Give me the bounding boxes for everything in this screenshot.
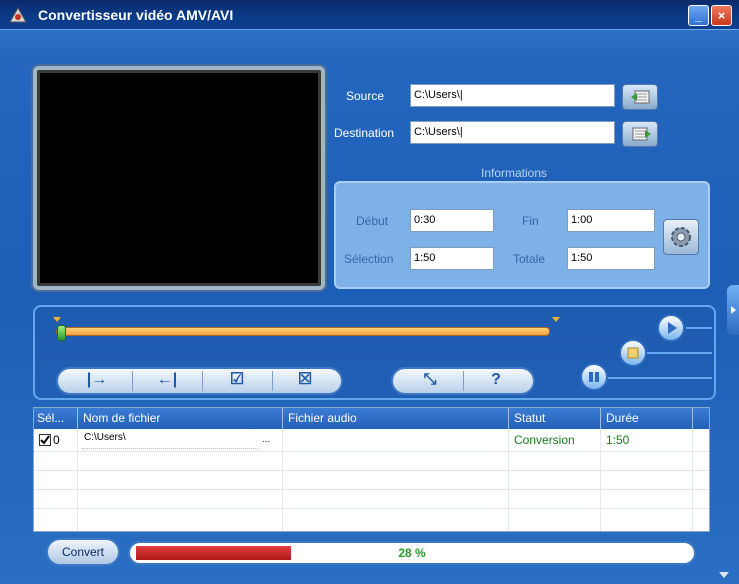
column-header-duration[interactable]: Durée	[606, 411, 639, 425]
table-row[interactable]: 0 C:\Users\ ... Conversion 1:50	[34, 430, 709, 450]
destination-field[interactable]: C:\Users\|	[410, 121, 615, 144]
filename-field[interactable]: C:\Users\	[82, 431, 258, 449]
tool-button-group: ⤡ ?	[391, 367, 535, 395]
divider	[600, 408, 601, 429]
chevron-right-icon	[731, 306, 736, 314]
source-label: Source	[346, 89, 385, 103]
column-header-filename[interactable]: Nom de fichier	[83, 411, 160, 425]
column-header-status[interactable]: Statut	[514, 411, 545, 425]
connector-line	[647, 352, 712, 354]
progress-text: 28 %	[398, 546, 426, 560]
folder-save-icon	[632, 127, 651, 141]
row-index: 0	[53, 433, 60, 447]
side-expand-tab[interactable]	[727, 285, 739, 335]
row-checkbox[interactable]	[39, 434, 51, 446]
timeline-track[interactable]	[56, 327, 550, 336]
divider	[77, 408, 78, 429]
app-logo-icon	[9, 6, 27, 23]
totale-field[interactable]: 1:50	[567, 247, 655, 270]
timeline-thumb[interactable]	[57, 325, 66, 341]
window-title: Convertisseur vidéo AMV/AVI	[38, 7, 234, 23]
close-button[interactable]: ×	[711, 5, 732, 26]
stop-button[interactable]	[619, 339, 647, 367]
source-browse-button[interactable]	[622, 84, 658, 110]
divider	[508, 408, 509, 429]
debut-field[interactable]: 0:30	[410, 209, 494, 232]
divider	[463, 371, 464, 391]
settings-button[interactable]	[663, 219, 699, 255]
connector-line	[608, 377, 712, 379]
selection-field[interactable]: 1:50	[410, 247, 494, 270]
progress-bar: 28 %	[128, 541, 696, 565]
pause-icon	[589, 372, 599, 382]
edit-button-group: |→ ←| ☑ ☒	[56, 367, 343, 395]
divider	[34, 470, 709, 471]
divider	[132, 371, 133, 391]
row-status: Conversion	[514, 433, 575, 447]
set-end-button[interactable]: ←|	[136, 369, 198, 393]
divider	[34, 489, 709, 490]
totale-label: Totale	[513, 252, 546, 266]
divider	[272, 371, 273, 391]
divider	[34, 508, 709, 509]
set-start-button[interactable]: |→	[66, 369, 128, 393]
divider	[282, 408, 283, 429]
folder-open-icon	[631, 90, 650, 104]
fin-field[interactable]: 1:00	[567, 209, 655, 232]
checkmark-icon	[40, 435, 50, 445]
end-marker[interactable]	[552, 317, 560, 322]
file-table: Sél... Nom de fichier Fichier audio Stat…	[33, 407, 710, 532]
resize-button[interactable]: ⤡	[401, 369, 459, 393]
help-button[interactable]: ?	[467, 369, 525, 393]
start-marker[interactable]	[53, 317, 61, 322]
destination-label: Destination	[334, 126, 395, 140]
stop-icon	[627, 347, 639, 359]
fin-label: Fin	[522, 214, 539, 228]
minimize-button[interactable]: _	[688, 5, 709, 26]
resize-grip-icon[interactable]	[719, 572, 729, 578]
divider	[202, 371, 203, 391]
source-field[interactable]: C:\Users\|	[410, 84, 615, 107]
row-filename: C:\Users\	[84, 432, 126, 443]
convert-button[interactable]: Convert	[46, 538, 120, 566]
clear-selection-button[interactable]: ☒	[276, 369, 334, 393]
apply-selection-button[interactable]: ☑	[206, 369, 268, 393]
app-window: Convertisseur vidéo AMV/AVI _ × Source C…	[0, 0, 739, 584]
column-header-selection[interactable]: Sél...	[37, 411, 64, 425]
destination-browse-button[interactable]	[622, 121, 658, 147]
table-header: Sél... Nom de fichier Fichier audio Stat…	[34, 408, 709, 429]
title-bar: Convertisseur vidéo AMV/AVI _ ×	[0, 0, 739, 30]
informations-title: Informations	[481, 166, 548, 180]
gear-icon	[671, 227, 691, 247]
minimize-icon: _	[694, 8, 703, 23]
selection-label: Sélection	[344, 252, 394, 266]
row-duration: 1:50	[606, 433, 630, 447]
divider	[692, 408, 693, 429]
filename-browse-button[interactable]: ...	[262, 434, 270, 445]
divider	[34, 451, 709, 452]
pause-button[interactable]	[580, 363, 608, 391]
informations-panel	[334, 181, 710, 289]
debut-label: Début	[356, 214, 389, 228]
play-button[interactable]	[657, 314, 685, 342]
connector-line	[686, 327, 712, 329]
column-header-audio[interactable]: Fichier audio	[288, 411, 357, 425]
play-icon	[668, 322, 677, 334]
close-icon: ×	[717, 8, 726, 23]
video-preview	[33, 66, 325, 290]
